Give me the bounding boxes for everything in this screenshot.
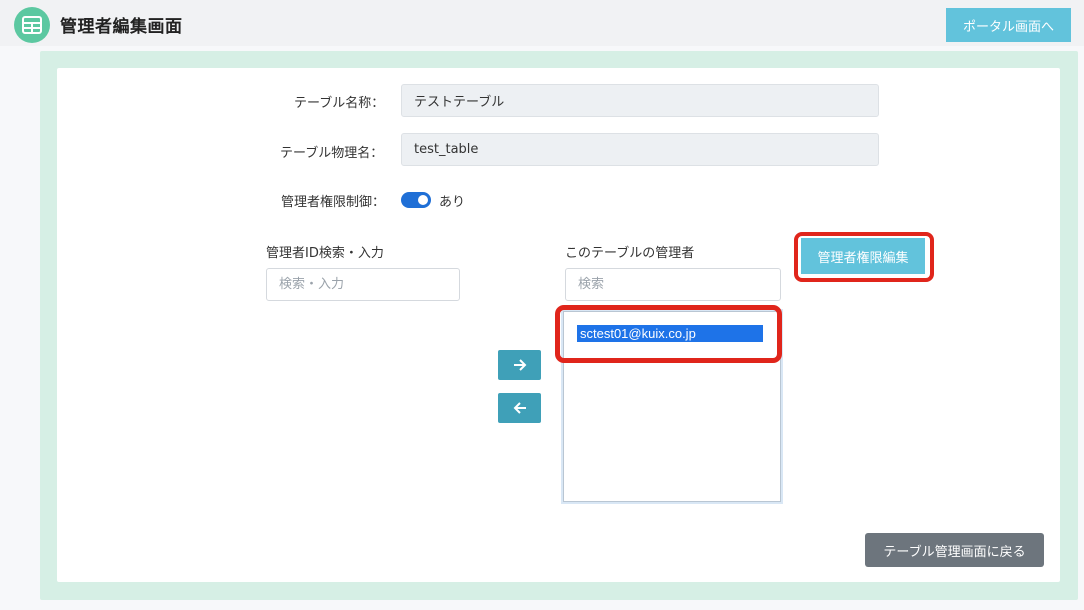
table-physical-name-field: test_table [401,133,879,166]
admin-control-toggle[interactable] [401,192,431,208]
admin-id-search-label: 管理者ID検索・入力 [266,246,384,261]
admin-id-search-input[interactable] [266,268,460,301]
table-icon [14,7,50,43]
arrow-right-icon [513,359,526,371]
page-title: 管理者編集画面 [60,17,183,37]
admin-permission-edit-button[interactable]: 管理者権限編集 [801,238,925,274]
toggle-knob [418,195,428,205]
table-name-field: テストテーブル [401,84,879,117]
list-item[interactable]: sctest01@kuix.co.jp [577,325,763,342]
move-left-button[interactable] [498,393,541,423]
back-to-table-management-button[interactable]: テーブル管理画面に戻る [865,533,1044,567]
table-admins-label: このテーブルの管理者 [565,246,695,261]
table-physical-name-label: テーブル物理名： [280,146,384,161]
top-bar: 管理者編集画面 ポータル画面へ [0,0,1084,46]
table-name-label: テーブル名称： [294,96,385,111]
admin-control-value: あり [439,195,466,210]
table-admins-listbox[interactable]: sctest01@kuix.co.jp [563,311,781,502]
admin-control-label: 管理者権限制御： [281,195,386,210]
move-right-button[interactable] [498,350,541,380]
portal-button[interactable]: ポータル画面へ [946,8,1071,42]
table-admins-search-input[interactable] [565,268,781,301]
arrow-left-icon [513,402,526,414]
